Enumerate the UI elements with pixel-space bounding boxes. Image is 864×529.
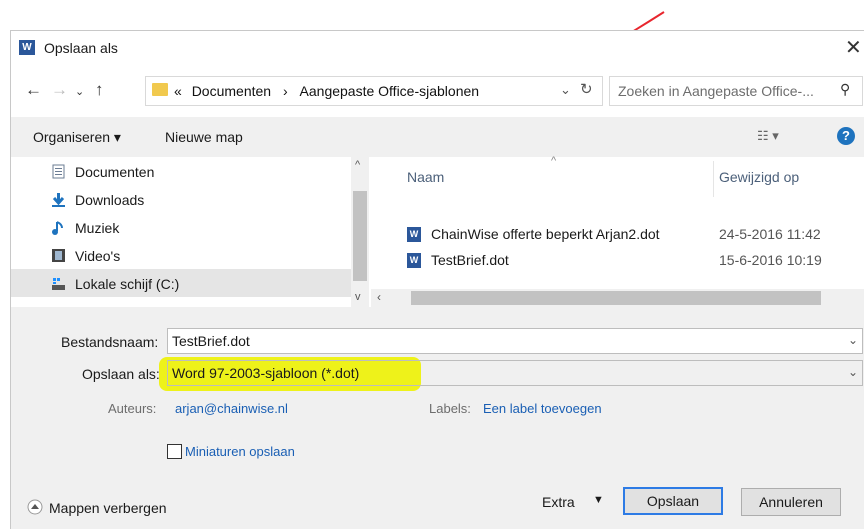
sidebar-item-label: Documenten: [75, 164, 155, 180]
back-arrow-icon[interactable]: ←: [25, 80, 42, 100]
address-bar[interactable]: « Documenten › Aangepaste Office-sjablon…: [145, 76, 603, 106]
navigation-pane: Documenten Downloads Muziek Video's Loka…: [11, 157, 371, 307]
breadcrumb: « Documenten › Aangepaste Office-sjablon…: [174, 83, 479, 99]
recent-locations-chevron-icon[interactable]: ⌄: [75, 85, 84, 98]
download-icon: [52, 193, 65, 207]
file-name: TestBrief.dot: [431, 252, 509, 268]
forward-arrow-icon[interactable]: →: [51, 80, 68, 100]
folder-icon: [152, 83, 168, 96]
scrollbar-thumb[interactable]: [353, 191, 367, 281]
video-icon: [52, 249, 65, 262]
music-icon: [52, 221, 63, 235]
sidebar-item-partial: [11, 297, 351, 307]
thumbnails-checkbox[interactable]: [167, 444, 182, 459]
filename-label: Bestandsnaam:: [61, 334, 159, 350]
save-type-value: Word 97-2003-sjabloon (*.dot): [172, 365, 360, 381]
cancel-button[interactable]: Annuleren: [741, 488, 841, 516]
add-label-link[interactable]: Een label toevoegen: [483, 401, 602, 416]
address-dropdown-chevron-icon[interactable]: ⌄: [560, 82, 571, 98]
column-header-name[interactable]: Naam: [407, 169, 444, 185]
view-options-icon[interactable]: ☷ ▾: [757, 128, 779, 144]
save-type-label: Opslaan als:: [82, 366, 160, 382]
sidebar-item-downloads[interactable]: Downloads: [11, 185, 351, 213]
new-folder-button[interactable]: Nieuwe map: [165, 129, 243, 145]
file-modified-date: 15-6-2016 10:19: [719, 252, 822, 268]
search-icon[interactable]: ⚲: [840, 81, 850, 98]
save-button[interactable]: Opslaan: [623, 487, 723, 515]
drive-icon: [52, 278, 65, 290]
refresh-icon[interactable]: ↻: [580, 80, 593, 98]
sidebar-item-documenten[interactable]: Documenten: [11, 157, 351, 185]
dialog-title: Opslaan als: [44, 40, 118, 56]
filename-value: TestBrief.dot: [172, 333, 250, 349]
hide-folders-icon[interactable]: [27, 499, 43, 515]
chevron-down-icon[interactable]: ⌄: [848, 365, 858, 379]
column-divider: [713, 161, 714, 197]
file-modified-date: 24-5-2016 11:42: [719, 226, 821, 242]
sidebar-item-label: Muziek: [75, 220, 120, 236]
chevron-down-icon[interactable]: ⌄: [848, 333, 858, 347]
labels-label: Labels:: [429, 401, 471, 416]
authors-label: Auteurs:: [108, 401, 157, 416]
word-app-icon: W: [19, 40, 35, 55]
breadcrumb-current-folder[interactable]: Aangepaste Office-sjablonen: [300, 83, 480, 99]
help-icon[interactable]: ?: [837, 127, 855, 145]
thumbnails-label[interactable]: Miniaturen opslaan: [185, 444, 295, 459]
sidebar-item-label: Lokale schijf (C:): [75, 276, 180, 292]
tools-button[interactable]: Extra: [542, 494, 575, 510]
organize-button[interactable]: Organiseren ▾: [33, 129, 121, 146]
scroll-down-icon[interactable]: v: [355, 291, 361, 303]
file-row[interactable]: W ChainWise offerte beperkt Arjan2.dot 2…: [371, 223, 864, 247]
scrollbar-thumb[interactable]: [411, 291, 821, 305]
navigation-bar: ← → ⌄ ↑ « Documenten › Aangepaste Office…: [11, 67, 864, 117]
up-arrow-icon[interactable]: ↑: [95, 80, 104, 100]
tools-dropdown-icon[interactable]: ▼: [593, 494, 604, 506]
sidebar-item-label: Downloads: [75, 192, 145, 208]
search-placeholder: Zoeken in Aangepaste Office-...: [618, 83, 814, 99]
command-bar: Organiseren ▾ Nieuwe map ☷ ▾ ?: [11, 117, 864, 157]
authors-value[interactable]: arjan@chainwise.nl: [175, 401, 288, 416]
title-bar: W Opslaan als ✕: [11, 31, 864, 67]
word-document-icon: W: [407, 227, 421, 242]
sort-ascending-icon: ^: [551, 155, 557, 167]
file-name: ChainWise offerte beperkt Arjan2.dot: [431, 226, 660, 242]
breadcrumb-overflow[interactable]: «: [174, 83, 182, 99]
search-box[interactable]: Zoeken in Aangepaste Office-... ⚲: [609, 76, 863, 106]
word-document-icon: W: [407, 253, 421, 268]
filename-field[interactable]: TestBrief.dot ⌄: [167, 328, 863, 354]
sidebar-item-lokale-schijf[interactable]: Lokale schijf (C:): [11, 269, 351, 297]
close-icon[interactable]: ✕: [845, 35, 862, 60]
sidebar-item-muziek[interactable]: Muziek: [11, 213, 351, 241]
document-icon: [52, 164, 65, 179]
file-list-scrollbar[interactable]: ‹: [371, 289, 864, 307]
sidebar-item-videos[interactable]: Video's: [11, 241, 351, 269]
breadcrumb-documenten[interactable]: Documenten: [192, 83, 271, 99]
file-row[interactable]: W TestBrief.dot 15-6-2016 10:19: [371, 249, 864, 273]
sidebar-item-label: Video's: [75, 248, 121, 264]
breadcrumb-separator[interactable]: ›: [283, 83, 288, 99]
file-list: ^ Naam Gewijzigd op W ChainWise offerte …: [371, 155, 864, 307]
scroll-up-icon[interactable]: ^: [355, 159, 360, 171]
hide-folders-button[interactable]: Mappen verbergen: [49, 500, 167, 516]
save-as-dialog: W Opslaan als ✕ ← → ⌄ ↑ « Documenten › A…: [10, 30, 864, 529]
column-header-modified[interactable]: Gewijzigd op: [719, 169, 799, 185]
save-type-select[interactable]: Word 97-2003-sjabloon (*.dot) ⌄: [167, 360, 863, 386]
navigation-pane-scrollbar[interactable]: ^ v: [351, 157, 369, 307]
scroll-left-icon[interactable]: ‹: [377, 290, 381, 304]
